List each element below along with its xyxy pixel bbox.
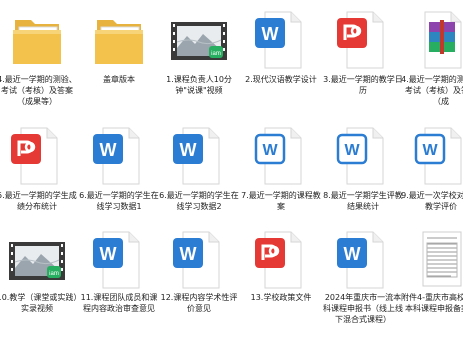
video-thumbnail-icon: iam <box>9 242 65 280</box>
file-name: 2.现代汉语教学设计 <box>245 75 317 84</box>
file-item[interactable]: W 11.课程团队成员和课程内容政治审查意见 <box>81 224 157 334</box>
svg-text:W: W <box>344 142 360 159</box>
file-item[interactable]: W 8.最近一学期学生评教结果统计 <box>323 116 403 226</box>
file-item[interactable]: iam 10.教学（课堂或实践）实录视频 <box>0 224 77 334</box>
file-name: 9.最近一次学校对课堂教学评价 <box>401 191 463 211</box>
file-name: 8.最近一学期学生评教结果统计 <box>323 191 403 211</box>
file-name: 3.最近一学期的教学日历 <box>323 75 403 95</box>
archive-icon <box>424 11 462 69</box>
file-item[interactable]: W 2.现代汉语教学设计 <box>244 0 318 110</box>
file-name: 6.最近一学期的学生在线学习数据1 <box>79 191 159 211</box>
file-name: 6.最近一学期的学生在线学习数据2 <box>159 191 239 211</box>
folder-icon <box>95 20 143 64</box>
video-thumbnail-icon: iam <box>171 22 227 60</box>
file-name: 4.最近一学期的测验、考试（考核）及答案（成 <box>401 75 463 106</box>
file-name: 12.课程内容学术性评价意见 <box>160 293 238 313</box>
file-item[interactable]: W 9.最近一次学校对课堂教学评价 <box>401 116 463 226</box>
file-name: 11.课程团队成员和课程内容政治审查意见 <box>80 293 158 313</box>
word-document-icon: W <box>254 127 302 185</box>
file-item[interactable]: W 12.课程内容学术性评价意见 <box>161 224 237 334</box>
file-item[interactable]: iam 1.课程负责人10分钟"说课"视频 <box>162 0 236 110</box>
pdf-document-icon <box>255 231 302 289</box>
file-name: 1.课程负责人10分钟"说课"视频 <box>166 75 232 95</box>
word-document-icon: W <box>93 231 140 289</box>
file-item[interactable]: W 6.最近一学期的学生在线学习数据2 <box>159 116 239 226</box>
svg-text:W: W <box>100 140 117 160</box>
file-item[interactable]: W 6.最近一学期的学生在线学习数据1 <box>79 116 159 226</box>
svg-text:W: W <box>344 244 361 264</box>
file-item[interactable]: 5.最近一学期的学生成绩分布统计 <box>0 116 77 226</box>
svg-text:W: W <box>180 244 197 264</box>
svg-text:iam: iam <box>49 271 59 277</box>
word-document-icon: W <box>173 127 220 185</box>
word-document-icon: W <box>255 11 302 69</box>
svg-text:W: W <box>262 24 279 44</box>
file-name: 5.最近一学期的学生成绩分布统计 <box>0 191 77 211</box>
word-document-icon: W <box>173 231 220 289</box>
file-item[interactable]: 4.最近一学期的测验、考试（考核）及答案（成果等） <box>0 0 77 110</box>
svg-text:W: W <box>422 142 438 159</box>
folder-icon <box>13 20 61 64</box>
file-name: 4.最近一学期的测验、考试（考核）及答案（成果等） <box>0 75 77 106</box>
svg-text:iam: iam <box>211 51 221 57</box>
svg-text:W: W <box>100 244 117 264</box>
pdf-document-icon <box>337 11 384 69</box>
svg-text:W: W <box>262 142 278 159</box>
file-item[interactable]: 13.学校政策文件 <box>244 224 318 334</box>
file-item[interactable]: 附件4-重庆市高校一流本科课程申报备案表 <box>401 224 463 334</box>
file-name: 10.教学（课堂或实践）实录视频 <box>0 293 78 313</box>
file-name: 7.最近一学期的课程教案 <box>241 191 321 211</box>
word-document-icon: W <box>337 231 384 289</box>
file-item[interactable]: 4.最近一学期的测验、考试（考核）及答案（成 <box>401 0 463 110</box>
pdf-document-icon <box>11 127 58 185</box>
word-document-icon: W <box>336 127 384 185</box>
file-item[interactable]: W 2024年重庆市一流本科课程申报书（线上线下混合式课程） <box>323 224 403 334</box>
file-name: 2024年重庆市一流本科课程申报书（线上线下混合式课程） <box>323 293 403 324</box>
file-name: 盖章版本 <box>103 75 135 84</box>
svg-text:W: W <box>180 140 197 160</box>
word-document-icon: W <box>93 127 140 185</box>
word-document-icon: W <box>414 127 462 185</box>
file-item[interactable]: 3.最近一学期的教学日历 <box>323 0 403 110</box>
file-item[interactable]: W 7.最近一学期的课程教案 <box>241 116 321 226</box>
file-item[interactable]: 盖章版本 <box>82 0 156 110</box>
document-thumbnail-icon <box>422 231 462 287</box>
file-name: 13.学校政策文件 <box>250 293 312 302</box>
file-name: 附件4-重庆市高校一流本科课程申报备案表 <box>401 293 463 313</box>
